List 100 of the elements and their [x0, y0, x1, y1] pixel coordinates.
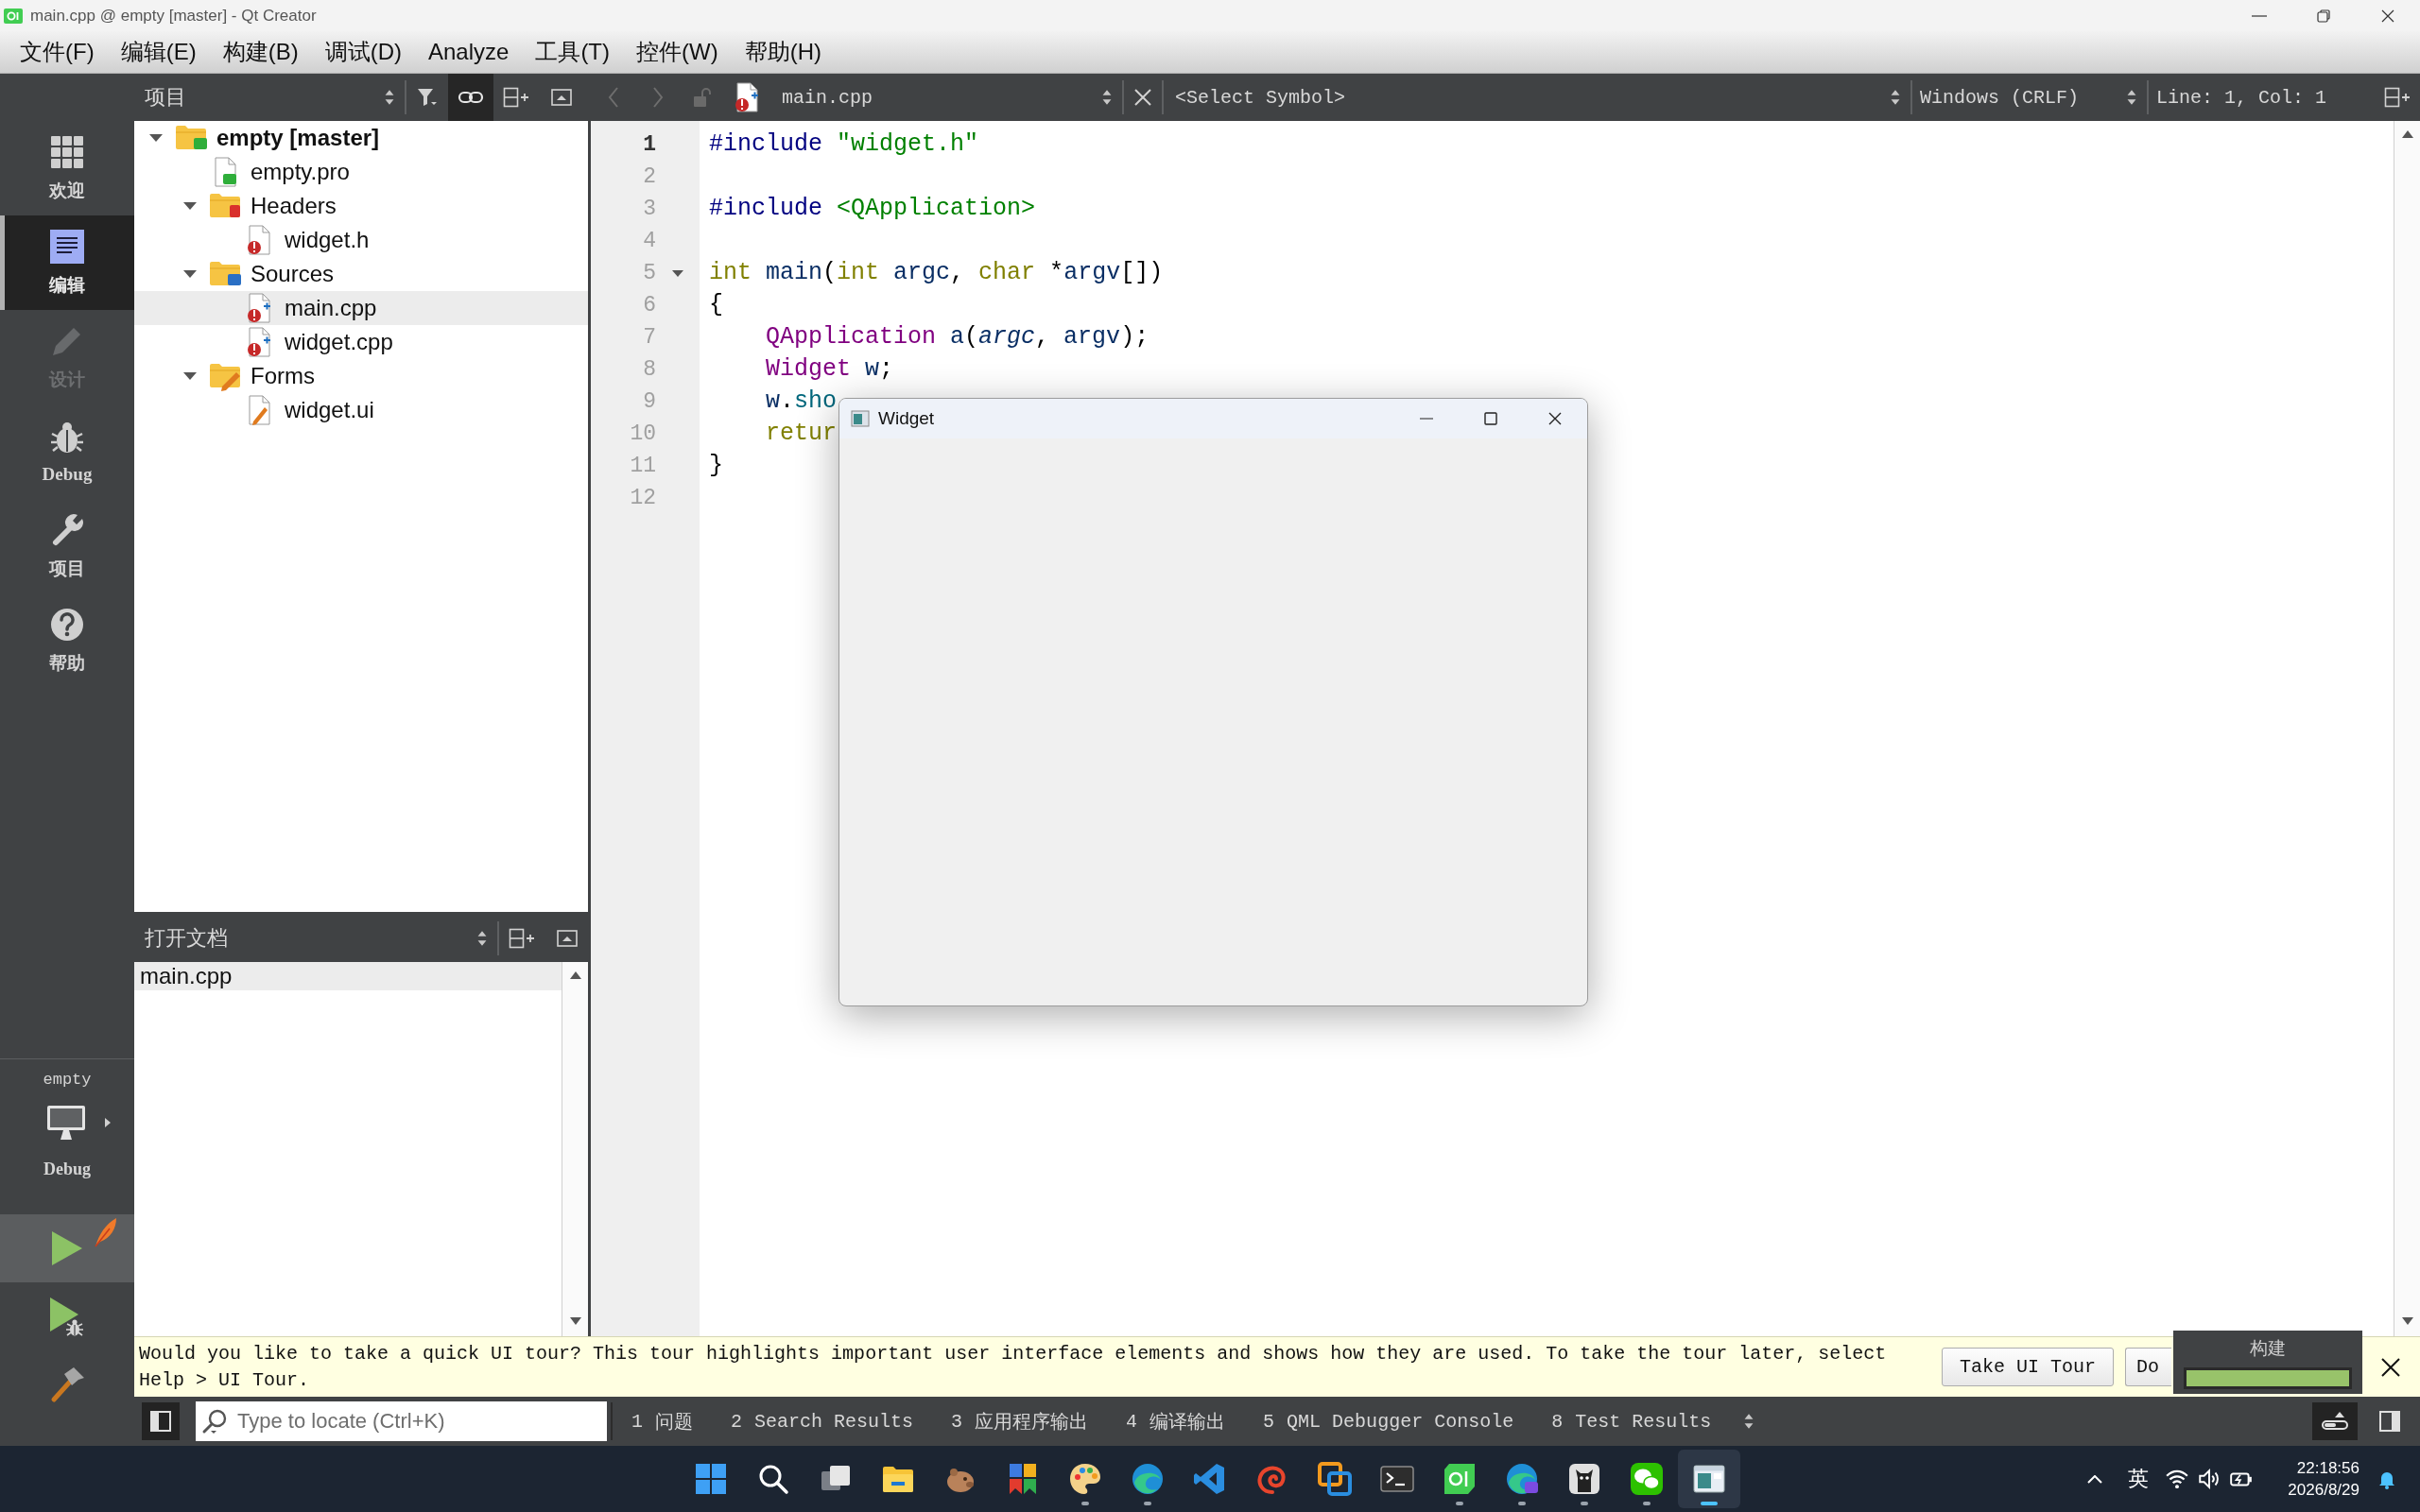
close-icon: [1134, 89, 1151, 106]
file-selector[interactable]: main.cpp: [769, 74, 1122, 121]
help-icon: [48, 606, 86, 644]
updown-arrows-icon: [1890, 88, 1901, 107]
scrollbar[interactable]: [2394, 121, 2420, 1336]
tour-message: Would you like to take a quick UI tour? This tour highlights important user interface elements and shows how they are used. To take the tour later, select Help > UI Tour.: [139, 1341, 1888, 1393]
tree-item[interactable]: Sources: [134, 257, 588, 291]
tree-item[interactable]: Forms: [134, 359, 588, 393]
line-number: 6: [643, 293, 656, 318]
output-tab[interactable]: 8 Test Results: [1532, 1397, 1731, 1446]
window-app-icon: [851, 410, 870, 427]
code-line: }: [709, 452, 723, 479]
scrollbar[interactable]: [562, 962, 588, 1336]
mode-button[interactable]: Debug: [0, 404, 134, 499]
mode-button[interactable]: 帮助: [0, 593, 134, 688]
menu-item[interactable]: 构建(B): [210, 33, 311, 71]
wave-circle-badge-icon: [1504, 1461, 1540, 1497]
split-icon: [2384, 87, 2411, 108]
locator-field[interactable]: Type to locate (Ctrl+K): [196, 1401, 607, 1441]
code-line: Widget w;: [765, 355, 894, 383]
chevron-left-icon: [606, 86, 620, 109]
tree-item[interactable]: widget.ui: [134, 393, 588, 427]
tree-item[interactable]: main.cpp: [134, 291, 588, 325]
menu-item[interactable]: 控件(W): [624, 33, 731, 71]
tree-item[interactable]: empty.pro: [134, 155, 588, 189]
input-method-button[interactable]: 英: [2119, 1460, 2157, 1498]
code-line: retur: [765, 420, 838, 447]
logo-icon: [4, 8, 23, 24]
output-tab[interactable]: 5 QML Debugger Console: [1244, 1397, 1533, 1446]
sidebar-icon: [2379, 1411, 2400, 1432]
line-ending-selector[interactable]: Windows (CRLF): [1912, 74, 2147, 121]
minimize-icon: [1420, 418, 1433, 420]
line-number: 1: [643, 132, 656, 157]
tour-button[interactable]: Do: [2125, 1348, 2172, 1386]
clock-date: 2026/8/29: [2288, 1480, 2360, 1501]
line-number: 2: [643, 164, 656, 189]
document-item[interactable]: main.cpp: [134, 962, 562, 990]
line-number: 5: [643, 261, 656, 285]
line-number: 8: [643, 357, 656, 382]
code-line: {: [709, 291, 723, 318]
menu-item[interactable]: 编辑(E): [108, 33, 209, 71]
close-icon: [2380, 1356, 2402, 1378]
document-lines-icon: [48, 228, 86, 266]
code-line: w.sho: [765, 387, 838, 415]
logo-icon: [1442, 1461, 1478, 1497]
output-tab[interactable]: 4 编译输出: [1107, 1397, 1245, 1446]
updown-arrows-icon: [476, 929, 488, 948]
menu-item[interactable]: 工具(T): [523, 33, 623, 71]
split-icon: [509, 928, 535, 949]
caret-up-icon: [2400, 129, 2414, 139]
build-config-label: Debug: [43, 1160, 91, 1179]
output-tab[interactable]: 3 应用程序输出: [932, 1397, 1108, 1446]
symbol-selector[interactable]: <Select Symbol>: [1164, 74, 1910, 121]
caret-down-icon: [2400, 1316, 2414, 1326]
collapse-icon: [557, 930, 578, 947]
mode-button[interactable]: 编辑: [0, 215, 134, 310]
tour-button[interactable]: Take UI Tour: [1942, 1348, 2115, 1386]
output-tab[interactable]: 1 问题: [613, 1397, 712, 1446]
code-line: #include <QApplication>: [709, 195, 1036, 222]
link-icon: [458, 90, 484, 105]
taskbar-button[interactable]: [1678, 1450, 1740, 1508]
menu-item[interactable]: 调试(D): [312, 33, 414, 71]
chevron-up-icon: [2087, 1474, 2102, 1484]
menu-item[interactable]: 文件(F): [8, 33, 107, 71]
progress-title: 构建: [2250, 1337, 2286, 1360]
close-icon: [1548, 412, 1562, 425]
menu-item[interactable]: 帮助(H): [732, 33, 834, 71]
caret-up-icon: [568, 971, 582, 980]
lock-icon: [692, 87, 712, 108]
sidebar-toggle-button[interactable]: [142, 1402, 180, 1440]
link-button[interactable]: [448, 74, 493, 121]
grid-icon: [48, 133, 86, 171]
code-line: QApplication a(argc, argv);: [765, 323, 1150, 351]
chevron-right-icon: [650, 86, 665, 109]
updown-arrows-icon: [1101, 88, 1113, 107]
progress-toggle-button[interactable]: [2312, 1402, 2358, 1440]
tree-item[interactable]: widget.cpp: [134, 325, 588, 359]
maximize-icon: [1484, 412, 1497, 425]
wave-circle-icon: [1130, 1461, 1166, 1497]
run-button[interactable]: [0, 1214, 134, 1282]
tree-item[interactable]: empty [master]: [134, 121, 588, 155]
minimize-icon: [2252, 14, 2267, 17]
line-number: 7: [643, 325, 656, 350]
overlapping-squares-icon: [1317, 1461, 1353, 1497]
output-tab[interactable]: 2 Search Results: [712, 1397, 933, 1446]
line-number: 4: [643, 229, 656, 253]
menu-item[interactable]: Analyze: [416, 35, 522, 69]
caret-right-icon: [104, 1117, 112, 1128]
filter-icon: [416, 87, 439, 108]
tree-item[interactable]: Headers: [134, 189, 588, 223]
updown-arrows-icon: [2126, 88, 2137, 107]
mode-button[interactable]: 项目: [0, 499, 134, 593]
tree-item[interactable]: widget.h: [134, 223, 588, 257]
line-number: 12: [630, 486, 656, 510]
mode-button[interactable]: 欢迎: [0, 121, 134, 215]
progress-details-icon: [2321, 1410, 2349, 1433]
caret-down-icon: [568, 1316, 582, 1326]
play-bug-icon: [48, 1296, 86, 1337]
collapse-icon: [551, 89, 572, 106]
line-number: 10: [630, 421, 656, 446]
